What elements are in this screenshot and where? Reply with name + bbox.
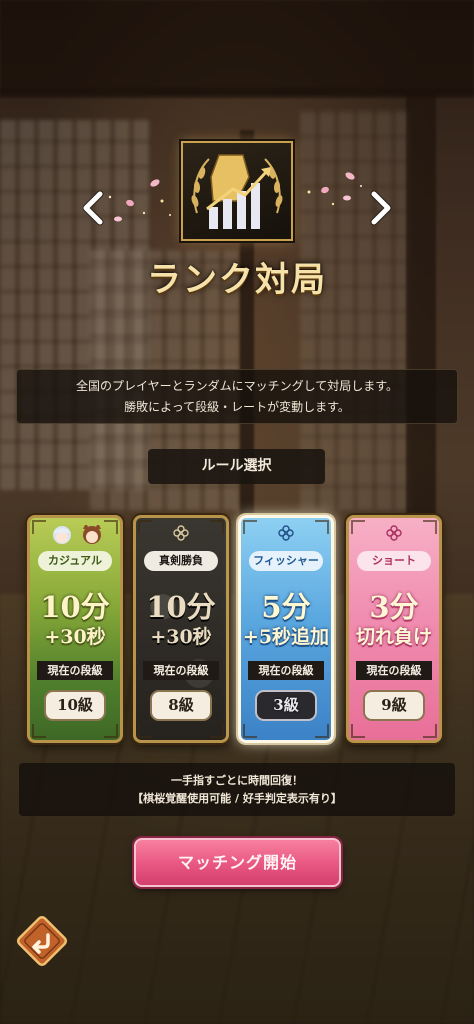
time-extra: +30秒 <box>150 626 212 648</box>
info-line-2: 【棋桜覚醒使用可能 / 好手判定表示有り】 <box>132 792 342 805</box>
rule-card-short[interactable]: ショート 3分 切れ負け 現在の段級 9級 <box>346 515 442 743</box>
sakura-petals-left-decoration <box>108 179 171 222</box>
mode-name: カジュアル <box>38 551 112 571</box>
rule-info: 一手指すごとに時間回復！ 【棋桜覚醒使用可能 / 好手判定表示有り】 <box>19 763 455 816</box>
back-arrow-icon <box>16 915 68 967</box>
start-matching-button[interactable]: マッチング開始 <box>134 838 341 887</box>
rank-label: 現在の段級 <box>37 661 113 680</box>
rule-card-casual[interactable]: カジュアル 10分 +30秒 現在の段級 10級 <box>27 515 123 743</box>
description-line-1: 全国のプレイヤーとランダムにマッチングして対局します。 <box>75 379 399 393</box>
sakura-crest-icon <box>386 525 402 541</box>
rank-label: 現在の段級 <box>248 661 324 680</box>
back-button[interactable] <box>14 913 70 969</box>
rank-emblem <box>181 141 293 241</box>
sakura-petals-right-decoration <box>307 172 362 206</box>
mode-description: 全国のプレイヤーとランダムにマッチングして対局します。 勝敗によって段級・レート… <box>16 369 458 424</box>
rank-value: 9級 <box>363 690 425 721</box>
time-main: 10分 <box>40 590 110 624</box>
rule-card-serious[interactable]: 真剣勝負 10分 +30秒 現在の段級 8級 <box>133 515 229 743</box>
mode-name: ショート <box>357 551 431 571</box>
rank-label: 現在の段級 <box>356 661 432 680</box>
mode-name: 真剣勝負 <box>144 551 218 571</box>
rule-card-fischer[interactable]: フィッシャー 5分 +5秒追加 現在の段級 3級 <box>238 515 334 743</box>
character-avatars-icon <box>53 525 101 544</box>
time-main: 3分 <box>369 590 419 624</box>
mode-name: フィッシャー <box>249 551 323 571</box>
description-line-2: 勝敗によって段級・レートが変動します。 <box>124 400 350 414</box>
rank-label: 現在の段級 <box>143 661 219 680</box>
sakura-crest-icon <box>278 525 294 541</box>
time-extra: 切れ負け <box>355 626 432 648</box>
time-extra: +30秒 <box>44 626 106 648</box>
time-main: 10分 <box>146 590 216 624</box>
time-extra: +5秒追加 <box>242 626 330 648</box>
rank-value: 10級 <box>44 690 106 721</box>
sakura-crest-icon <box>173 525 189 541</box>
rank-chart-laurel-icon <box>191 154 283 229</box>
page-title: ランク対局 <box>147 260 327 300</box>
rank-value: 3級 <box>255 690 317 721</box>
rule-select-label: ルール選択 <box>148 449 325 484</box>
info-line-1: 一手指すごとに時間回復！ <box>171 774 303 787</box>
rank-value: 8級 <box>150 690 212 721</box>
time-main: 5分 <box>261 590 311 624</box>
